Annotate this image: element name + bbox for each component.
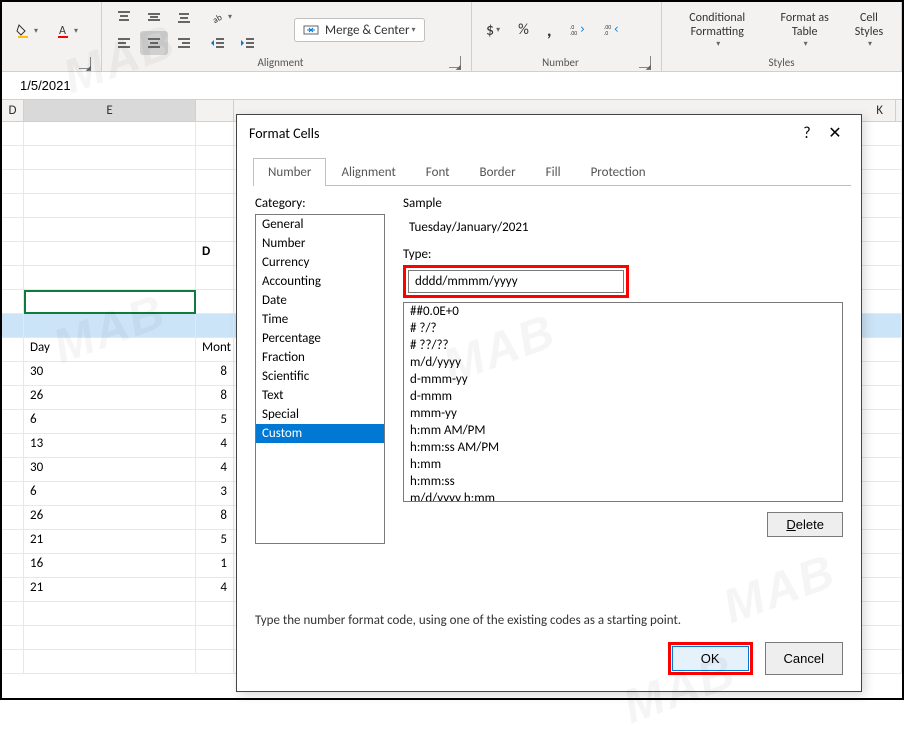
- formula-bar[interactable]: [2, 72, 902, 100]
- category-item[interactable]: Fraction: [256, 348, 384, 367]
- cancel-button[interactable]: Cancel: [765, 642, 843, 675]
- conditional-formatting-label: Conditional Formatting: [676, 11, 758, 40]
- col-header-d[interactable]: D: [2, 100, 24, 121]
- delete-button[interactable]: DDeleteelete: [767, 512, 843, 537]
- type-label: Type:: [403, 247, 843, 262]
- number-group-label: Number: [482, 56, 639, 69]
- type-input[interactable]: [408, 270, 624, 293]
- format-item[interactable]: # ?/?: [404, 320, 842, 337]
- increase-decimal-button[interactable]: .0.00: [564, 18, 592, 42]
- align-middle-button[interactable]: [140, 5, 168, 29]
- category-item[interactable]: Time: [256, 310, 384, 329]
- conditional-formatting-button[interactable]: Conditional Formatting▾: [670, 7, 764, 53]
- format-item[interactable]: h:mm AM/PM: [404, 422, 842, 439]
- svg-text:.00: .00: [570, 30, 577, 37]
- format-item[interactable]: # ??/??: [404, 337, 842, 354]
- tab-alignment[interactable]: Alignment: [326, 158, 410, 186]
- category-item[interactable]: Number: [256, 234, 384, 253]
- hint-text: Type the number format code, using one o…: [237, 613, 861, 628]
- comma-format-button[interactable]: ,: [541, 15, 558, 45]
- close-icon[interactable]: ✕: [821, 123, 849, 143]
- category-list[interactable]: General Number Currency Accounting Date …: [255, 214, 385, 544]
- format-item[interactable]: ##0.0E+0: [404, 303, 842, 320]
- format-item[interactable]: d-mmm-yy: [404, 371, 842, 388]
- svg-text:.0: .0: [604, 30, 608, 37]
- ribbon: ▾ A ▾: [2, 2, 902, 72]
- tab-protection[interactable]: Protection: [576, 158, 661, 186]
- highlight-ok-button: OK: [668, 642, 753, 675]
- active-cell[interactable]: [24, 290, 196, 314]
- tab-border[interactable]: Border: [465, 158, 531, 186]
- align-right-button[interactable]: [170, 31, 198, 55]
- category-item[interactable]: Currency: [256, 253, 384, 272]
- category-item[interactable]: Date: [256, 291, 384, 310]
- alignment-dialog-launcher[interactable]: [449, 56, 461, 68]
- format-item[interactable]: h:mm: [404, 456, 842, 473]
- category-item[interactable]: Special: [256, 405, 384, 424]
- help-icon[interactable]: ?: [793, 124, 821, 143]
- font-color-button[interactable]: A ▾: [50, 19, 84, 43]
- highlight-type-input: [403, 265, 629, 298]
- table-header-month: Mont: [196, 338, 234, 362]
- align-center-button[interactable]: [140, 31, 168, 55]
- table-header-day: Day: [24, 338, 196, 362]
- format-item[interactable]: m/d/yyyy h:mm: [404, 490, 842, 502]
- category-item[interactable]: Percentage: [256, 329, 384, 348]
- sample-value: Tuesday/January/2021: [403, 214, 843, 247]
- col-header-f[interactable]: [196, 100, 234, 121]
- category-item[interactable]: Scientific: [256, 367, 384, 386]
- svg-text:ab: ab: [211, 12, 225, 25]
- chevron-down-icon: ▾: [34, 26, 38, 36]
- cell-styles-button[interactable]: Cell Styles▾: [845, 7, 893, 53]
- format-as-table-button[interactable]: Format as Table▾: [770, 7, 838, 53]
- merge-center-label: Merge & Center: [325, 23, 410, 38]
- format-item[interactable]: d-mmm: [404, 388, 842, 405]
- accounting-format-button[interactable]: $▾: [480, 17, 506, 44]
- tab-number[interactable]: Number: [253, 158, 326, 186]
- formula-input[interactable]: [20, 78, 220, 93]
- align-left-button[interactable]: [110, 31, 138, 55]
- decrease-indent-button[interactable]: [204, 31, 232, 55]
- ok-button[interactable]: OK: [672, 646, 749, 671]
- category-item[interactable]: Accounting: [256, 272, 384, 291]
- svg-text:A: A: [59, 24, 66, 38]
- align-top-button[interactable]: [110, 5, 138, 29]
- orientation-button[interactable]: ab▾: [204, 5, 238, 29]
- number-dialog-launcher[interactable]: [639, 56, 651, 68]
- font-dialog-launcher[interactable]: [79, 57, 91, 69]
- format-cells-dialog: Format Cells ? ✕ Number Alignment Font B…: [236, 114, 862, 692]
- sample-label: Sample: [403, 196, 843, 211]
- increase-indent-button[interactable]: [234, 31, 262, 55]
- col-header-e[interactable]: E: [24, 100, 196, 121]
- format-item[interactable]: m/d/yyyy: [404, 354, 842, 371]
- styles-group-label: Styles: [672, 56, 891, 69]
- alignment-group-label: Alignment: [112, 56, 449, 69]
- format-list[interactable]: ##0.0E+0 # ?/? # ??/?? m/d/yyyy d-mmm-yy…: [403, 302, 843, 502]
- dialog-tabs: Number Alignment Font Border Fill Protec…: [253, 157, 851, 186]
- decrease-decimal-button[interactable]: .00.0: [598, 18, 626, 42]
- format-item[interactable]: h:mm:ss AM/PM: [404, 439, 842, 456]
- category-item[interactable]: General: [256, 215, 384, 234]
- format-as-table-label: Format as Table: [776, 11, 832, 40]
- category-label: Category:: [255, 196, 385, 211]
- tab-fill[interactable]: Fill: [531, 158, 576, 186]
- merge-center-button[interactable]: Merge & Center ▾: [294, 18, 425, 42]
- align-bottom-button[interactable]: [170, 5, 198, 29]
- chevron-down-icon: ▾: [74, 26, 78, 36]
- category-item-custom[interactable]: Custom: [256, 424, 384, 443]
- category-item[interactable]: Text: [256, 386, 384, 405]
- tab-font[interactable]: Font: [411, 158, 465, 186]
- percent-format-button[interactable]: %: [512, 17, 535, 43]
- format-item[interactable]: mmm-yy: [404, 405, 842, 422]
- dialog-title: Format Cells: [249, 125, 793, 142]
- cell-styles-label: Cell Styles: [851, 11, 887, 40]
- format-item[interactable]: h:mm:ss: [404, 473, 842, 490]
- fill-color-button[interactable]: ▾: [10, 19, 44, 43]
- cell-header-fragment: D: [196, 242, 234, 266]
